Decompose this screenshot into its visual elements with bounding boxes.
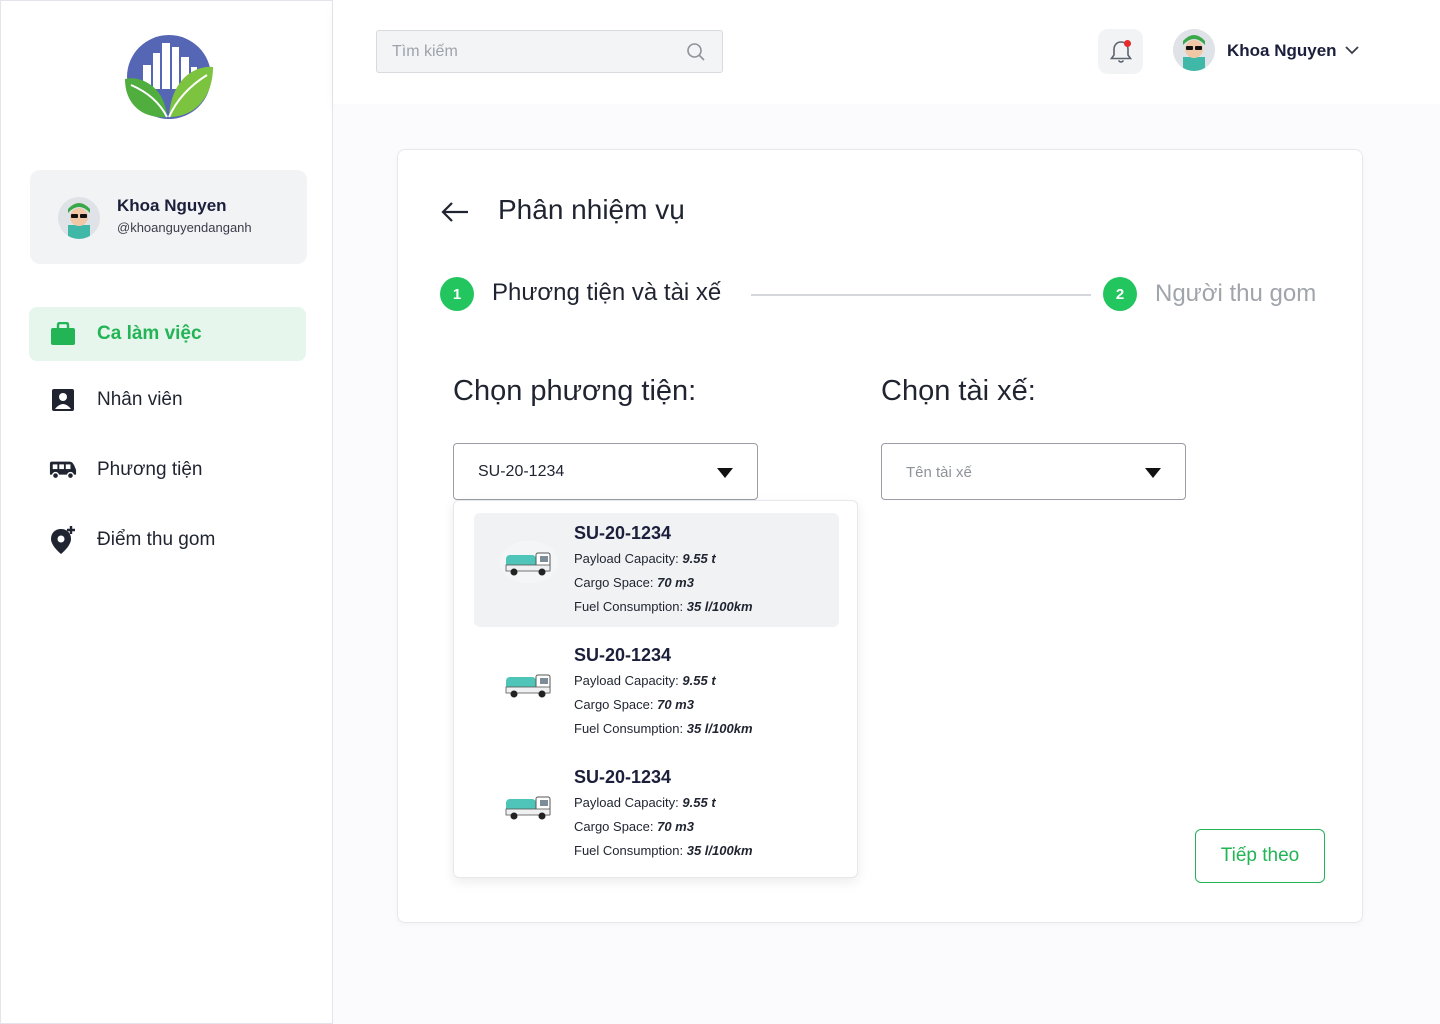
sidebar-item-label: Nhân viên <box>97 389 183 410</box>
cargo-label: Cargo Space: <box>574 697 658 712</box>
sidebar-item-label: Phương tiện <box>97 459 203 480</box>
sidebar-item-shifts[interactable]: Ca làm việc <box>29 307 306 361</box>
cargo-line: Cargo Space: 70 m3 <box>574 697 694 712</box>
payload-line: Payload Capacity: 9.55 t <box>574 795 716 810</box>
profile-handle: @khoanguyendanganh <box>117 220 252 235</box>
payload-value: 9.55 t <box>682 551 716 566</box>
app-logo[interactable] <box>121 35 217 119</box>
vehicle-section-title: Chọn phương tiện: <box>453 375 697 407</box>
cargo-line: Cargo Space: 70 m3 <box>574 575 694 590</box>
next-button[interactable]: Tiếp theo <box>1195 829 1325 883</box>
fuel-label: Fuel Consumption: <box>574 721 687 736</box>
page-title: Phân nhiệm vụ <box>498 194 685 225</box>
fuel-line: Fuel Consumption: 35 l/100km <box>574 843 753 858</box>
vehicle-plate: SU-20-1234 <box>574 767 672 787</box>
sidebar-item-label: Điểm thu gom <box>97 529 216 550</box>
search-input[interactable] <box>377 31 677 72</box>
cargo-value: 70 m3 <box>657 697 694 712</box>
fuel-line: Fuel Consumption: 35 l/100km <box>574 599 753 614</box>
vehicle-dropdown: SU-20-1234 Payload Capacity: 9.55 t Carg… <box>453 500 858 878</box>
user-name: Khoa Nguyen <box>1227 41 1337 60</box>
garbage-truck-image <box>500 541 558 583</box>
user-menu[interactable]: Khoa Nguyen <box>1173 29 1373 74</box>
notification-dot <box>1124 40 1131 47</box>
vehicle-option[interactable]: SU-20-1234 Payload Capacity: 9.55 t Carg… <box>474 513 839 627</box>
payload-line: Payload Capacity: 9.55 t <box>574 673 716 688</box>
vehicle-plate: SU-20-1234 <box>574 645 672 665</box>
vehicle-option[interactable]: SU-20-1234 Payload Capacity: 9.55 t Carg… <box>474 635 839 749</box>
fuel-label: Fuel Consumption: <box>574 599 687 614</box>
van-icon <box>49 456 77 484</box>
sidebar-item-staff[interactable]: Nhân viên <box>29 373 306 427</box>
step-2-indicator: 2 <box>1103 277 1137 311</box>
sidebar-item-collection-points[interactable]: Điểm thu gom <box>29 513 306 567</box>
cargo-line: Cargo Space: 70 m3 <box>574 819 694 834</box>
garbage-truck-image <box>500 785 558 827</box>
top-bar: Khoa Nguyen <box>333 0 1440 104</box>
step-1-label: Phương tiện và tài xế <box>492 279 722 306</box>
assignment-card: Phân nhiệm vụ 1 Phương tiện và tài xế 2 … <box>397 149 1363 923</box>
vehicle-select-value: SU-20-1234 <box>478 463 565 480</box>
cargo-label: Cargo Space: <box>574 819 658 834</box>
driver-section-title: Chọn tài xế: <box>881 375 1036 407</box>
cargo-value: 70 m3 <box>657 575 694 590</box>
caret-down-icon <box>1145 466 1161 478</box>
step-connector <box>751 294 1091 296</box>
contact-card-icon <box>49 386 77 414</box>
payload-line: Payload Capacity: 9.55 t <box>574 551 716 566</box>
vehicle-plate: SU-20-1234 <box>574 523 672 543</box>
cargo-label: Cargo Space: <box>574 575 658 590</box>
back-arrow-icon[interactable] <box>440 200 470 224</box>
caret-down-icon <box>717 466 733 478</box>
avatar <box>1173 29 1215 71</box>
briefcase-icon <box>49 320 77 348</box>
profile-card[interactable]: Khoa Nguyen @khoanguyendanganh <box>30 170 307 264</box>
avatar <box>58 197 100 239</box>
chevron-down-icon[interactable] <box>1343 41 1361 59</box>
driver-select[interactable]: Tên tài xế <box>881 443 1186 500</box>
cargo-value: 70 m3 <box>657 819 694 834</box>
search-box <box>376 30 723 73</box>
fuel-line: Fuel Consumption: 35 l/100km <box>574 721 753 736</box>
notification-button[interactable] <box>1098 29 1143 74</box>
search-icon[interactable] <box>686 42 706 62</box>
sidebar-item-label: Ca làm việc <box>97 323 202 344</box>
payload-label: Payload Capacity: <box>574 551 683 566</box>
vehicle-option[interactable]: SU-20-1234 Payload Capacity: 9.55 t Carg… <box>474 757 839 871</box>
fuel-label: Fuel Consumption: <box>574 843 687 858</box>
garbage-truck-image <box>500 663 558 705</box>
driver-select-placeholder: Tên tài xế <box>906 464 972 481</box>
fuel-value: 35 l/100km <box>686 843 753 858</box>
payload-label: Payload Capacity: <box>574 673 683 688</box>
step-2-label: Người thu gom <box>1155 280 1317 307</box>
payload-label: Payload Capacity: <box>574 795 683 810</box>
fuel-value: 35 l/100km <box>686 721 753 736</box>
payload-value: 9.55 t <box>682 795 716 810</box>
location-add-icon <box>49 526 77 554</box>
sidebar: Khoa Nguyen @khoanguyendanganh Ca làm vi… <box>0 0 333 1024</box>
profile-name: Khoa Nguyen <box>117 196 227 215</box>
vehicle-select[interactable]: SU-20-1234 <box>453 443 758 500</box>
fuel-value: 35 l/100km <box>686 599 753 614</box>
sidebar-item-vehicles[interactable]: Phương tiện <box>29 443 306 497</box>
payload-value: 9.55 t <box>682 673 716 688</box>
step-1-indicator: 1 <box>440 277 474 311</box>
